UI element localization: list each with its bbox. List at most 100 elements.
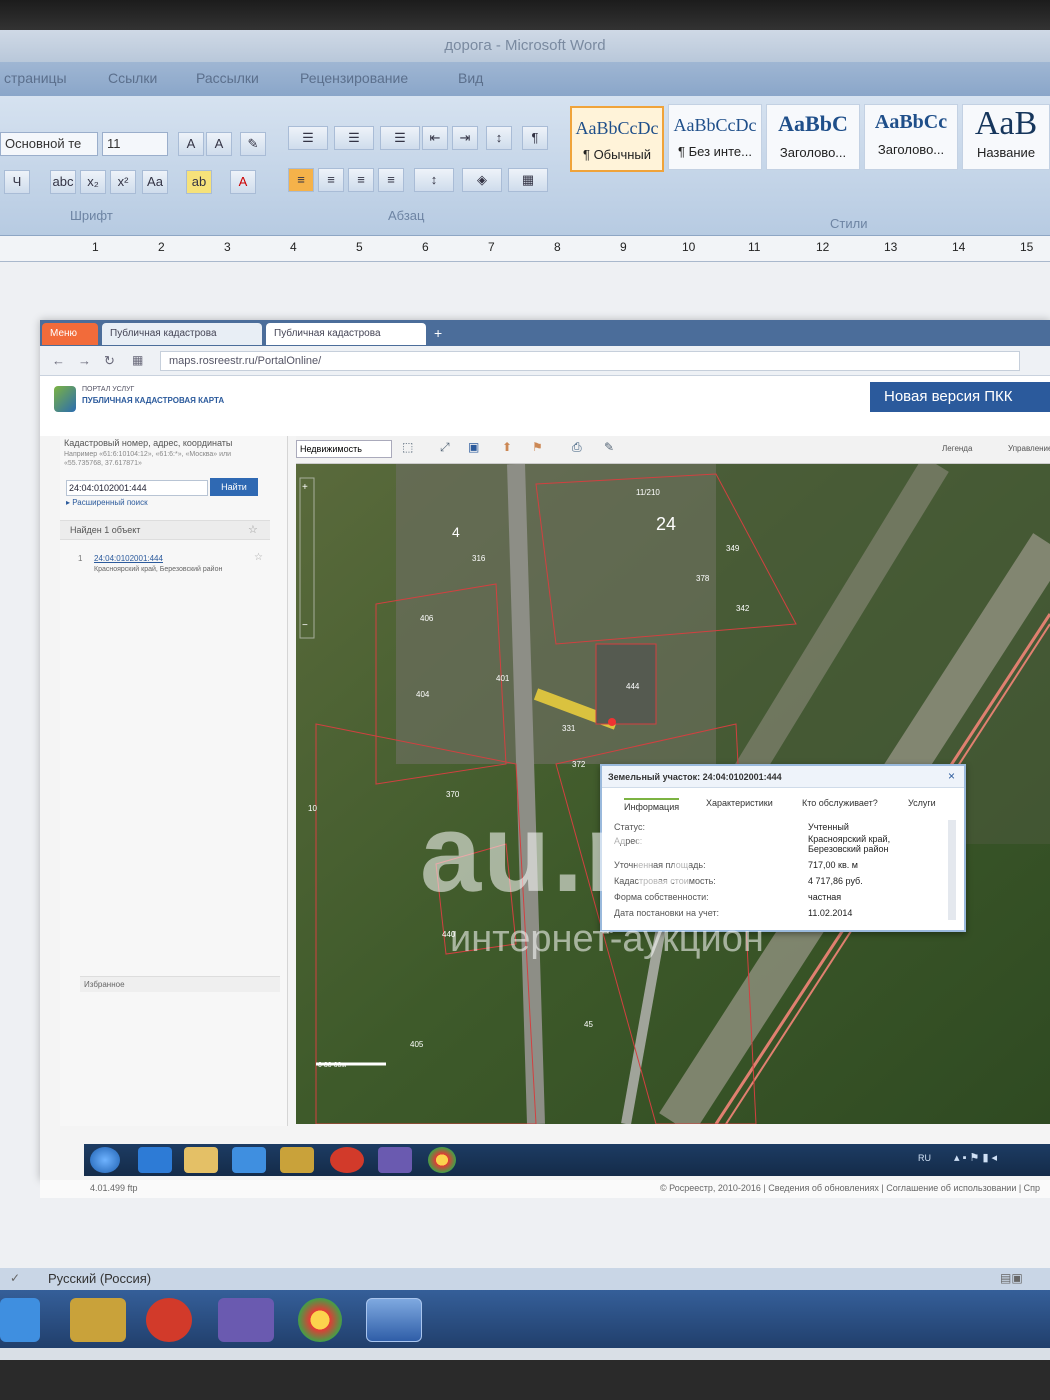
subscript-button[interactable]: x₂ bbox=[80, 170, 106, 194]
zoom-out-icon[interactable]: − bbox=[302, 620, 308, 631]
tab-page-layout[interactable]: страницы bbox=[4, 70, 67, 86]
view-buttons-icon[interactable]: ▤▣ bbox=[1000, 1271, 1023, 1285]
show-marks-icon[interactable]: ¶ bbox=[522, 126, 548, 150]
style-no-spacing[interactable]: AaBbCcDc ¶ Без инте... bbox=[668, 104, 762, 170]
style-title[interactable]: AaB Название bbox=[962, 104, 1050, 170]
chrome-icon[interactable] bbox=[298, 1298, 342, 1342]
ruler[interactable]: 1 2 3 4 5 6 7 8 9 10 11 12 13 14 15 bbox=[0, 236, 1050, 262]
favorites-bar[interactable]: Избранное bbox=[80, 976, 280, 992]
clear-format-button[interactable]: ✎ bbox=[240, 132, 266, 156]
strikethrough-button[interactable]: abc bbox=[50, 170, 76, 194]
explorer-icon[interactable] bbox=[184, 1147, 218, 1173]
star-icon[interactable]: ☆ bbox=[248, 523, 258, 536]
tray-language[interactable]: RU bbox=[918, 1153, 931, 1163]
popup-row-value: 11.02.2014 bbox=[808, 908, 853, 918]
zoom-in-icon[interactable]: + bbox=[302, 482, 308, 493]
new-version-link[interactable]: Новая версия ПКК bbox=[870, 382, 1050, 412]
style-heading-1[interactable]: AaBbC Заголово... bbox=[766, 104, 860, 170]
opera-menu-button[interactable]: Меню bbox=[42, 323, 98, 345]
back-icon[interactable]: ← bbox=[52, 353, 65, 368]
result-link[interactable]: 24:04:0102001:444 bbox=[94, 554, 163, 563]
tab-mailings[interactable]: Рассылки bbox=[196, 70, 259, 86]
draw-tool-icon[interactable]: ✎ bbox=[604, 440, 614, 454]
grow-font-button[interactable]: A bbox=[178, 132, 204, 156]
decrease-indent-icon[interactable]: ⇤ bbox=[422, 126, 448, 150]
browser-tab-1[interactable]: Публичная кадастрова bbox=[102, 323, 262, 345]
superscript-button[interactable]: x² bbox=[110, 170, 136, 194]
change-case-button[interactable]: Aa bbox=[142, 170, 168, 194]
result-star-icon[interactable]: ☆ bbox=[254, 552, 263, 563]
building-icon[interactable]: ▣ bbox=[468, 440, 479, 454]
advanced-search-link[interactable]: ▸ Расширенный поиск bbox=[66, 498, 148, 507]
popup-row-value: частная bbox=[808, 892, 842, 902]
close-icon[interactable]: × bbox=[948, 769, 955, 783]
url-input[interactable]: maps.rosreestr.ru/PortalOnline/ bbox=[160, 351, 1020, 371]
group-paragraph-label: Абзац bbox=[388, 208, 425, 223]
sort-icon[interactable]: ↕ bbox=[486, 126, 512, 150]
app-icon[interactable] bbox=[70, 1298, 126, 1342]
spellcheck-icon[interactable]: ✓ bbox=[10, 1271, 20, 1285]
align-left-icon[interactable]: ≡ bbox=[288, 168, 314, 192]
shrink-font-button[interactable]: A bbox=[206, 132, 232, 156]
bullets-icon[interactable]: ☰ bbox=[288, 126, 328, 150]
ruler-number: 6 bbox=[422, 240, 429, 254]
search-input[interactable]: 24:04:0102001:444 bbox=[66, 480, 208, 496]
app-bow-icon[interactable] bbox=[378, 1147, 412, 1173]
cursor-icon[interactable]: ⬆ bbox=[502, 440, 512, 454]
style-normal[interactable]: AaBbCcDc ¶ Обычный bbox=[570, 106, 664, 172]
shading-icon[interactable]: ◈ bbox=[462, 168, 502, 192]
forward-icon[interactable]: → bbox=[78, 353, 91, 368]
legend-checkbox[interactable]: Легенда bbox=[942, 444, 972, 453]
new-tab-icon[interactable]: + bbox=[432, 323, 454, 345]
tab-review[interactable]: Рецензирование bbox=[300, 70, 408, 86]
watermark-logo: au.ru bbox=[420, 792, 699, 915]
underline-button[interactable]: Ч bbox=[4, 170, 30, 194]
popup-tab-characteristics[interactable]: Характеристики bbox=[706, 798, 773, 808]
increase-indent-icon[interactable]: ⇥ bbox=[452, 126, 478, 150]
word-icon[interactable] bbox=[366, 1298, 422, 1342]
align-center-icon[interactable]: ≡ bbox=[318, 168, 344, 192]
tab-view[interactable]: Вид bbox=[458, 70, 483, 86]
tab-references[interactable]: Ссылки bbox=[108, 70, 157, 86]
select-tool-icon[interactable]: ⬚ bbox=[402, 440, 413, 454]
highlight-icon[interactable]: ab bbox=[186, 170, 212, 194]
browser-tab-2[interactable]: Публичная кадастрова bbox=[266, 323, 426, 345]
ie-icon[interactable] bbox=[138, 1147, 172, 1173]
speed-dial-icon[interactable]: ▦ bbox=[132, 353, 143, 367]
results-header: Найден 1 объект ☆ bbox=[60, 520, 270, 540]
multilevel-list-icon[interactable]: ☰ bbox=[380, 126, 420, 150]
media-player-icon[interactable] bbox=[0, 1298, 40, 1342]
align-right-icon[interactable]: ≡ bbox=[348, 168, 374, 192]
style-heading-2[interactable]: AaBbCc Заголово... bbox=[864, 104, 958, 170]
map-label: 24 bbox=[656, 514, 677, 534]
line-spacing-icon[interactable]: ↕ bbox=[414, 168, 454, 192]
status-links[interactable]: © Росреестр, 2010-2016 | Сведения об обн… bbox=[660, 1183, 1050, 1193]
media-player-icon[interactable] bbox=[232, 1147, 266, 1173]
measure-icon[interactable]: ⤢ bbox=[440, 440, 450, 455]
map-label: 11/210 bbox=[636, 488, 660, 497]
popup-scrollbar[interactable] bbox=[948, 820, 956, 920]
popup-tab-services[interactable]: Услуги bbox=[908, 798, 936, 808]
numbering-icon[interactable]: ☰ bbox=[334, 126, 374, 150]
borders-icon[interactable]: ▦ bbox=[508, 168, 548, 192]
chrome-icon[interactable] bbox=[428, 1147, 456, 1173]
manage-button[interactable]: Управление bbox=[1008, 444, 1050, 453]
language-status[interactable]: Русский (Россия) bbox=[48, 1271, 151, 1286]
layer-select[interactable]: Недвижимость bbox=[296, 440, 392, 458]
font-color-icon[interactable]: A bbox=[230, 170, 256, 194]
app-bow-icon[interactable] bbox=[218, 1298, 274, 1342]
ruler-number: 1 bbox=[92, 240, 99, 254]
popup-tab-service[interactable]: Кто обслуживает? bbox=[802, 798, 878, 808]
opera-icon[interactable] bbox=[330, 1147, 364, 1173]
font-name-select[interactable]: Основной те bbox=[0, 132, 98, 156]
font-size-select[interactable]: 11 bbox=[102, 132, 168, 156]
pin-icon[interactable]: ⚑ bbox=[532, 440, 543, 454]
tray-icons[interactable]: ▴ ▪ ⚑ ▮ ◂ bbox=[954, 1151, 997, 1164]
justify-icon[interactable]: ≡ bbox=[378, 168, 404, 192]
opera-icon[interactable] bbox=[146, 1298, 192, 1342]
print-icon[interactable]: ⎙ bbox=[572, 440, 582, 455]
start-button-icon[interactable] bbox=[90, 1147, 120, 1173]
reload-icon[interactable]: ↻ bbox=[104, 353, 115, 369]
app-icon[interactable] bbox=[280, 1147, 314, 1173]
find-button[interactable]: Найти bbox=[210, 478, 258, 496]
